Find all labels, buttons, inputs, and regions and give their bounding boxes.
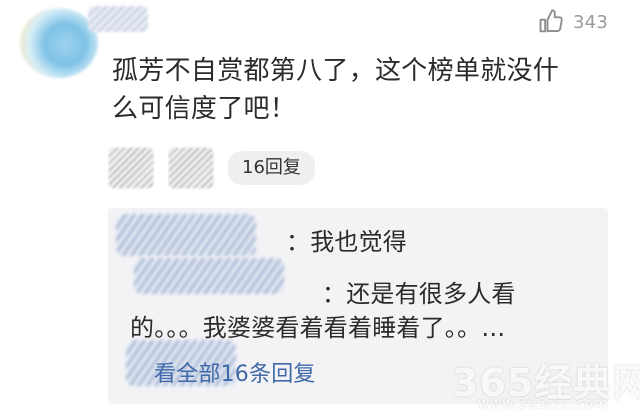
- reply-count-button[interactable]: 16回复: [228, 151, 315, 185]
- reply-line-3: 的。。。我婆婆看着看着睡着了。。…: [130, 308, 590, 343]
- comment-screen: 343 孤芳不自赏都第八了，这个榜单就没什 么可信度了吧！ 16回复 ：我也觉得…: [0, 0, 640, 418]
- reply-text-1: ：我也觉得: [286, 228, 407, 256]
- comment-text: 孤芳不自赏都第八了，这个榜单就没什 么可信度了吧！: [112, 56, 560, 124]
- reply-meta-row: 16回复: [108, 146, 315, 190]
- like-count: 343: [573, 11, 608, 33]
- reply-user-avatar-1[interactable]: [108, 147, 154, 189]
- reply-text-2b: 的。。。我婆婆看着看着睡着了。。…: [130, 314, 506, 342]
- reply-preview-box[interactable]: ：我也觉得 ：还是有很多人看 的。。。我婆婆看着看着睡着了。。… 看全部16条回…: [108, 208, 608, 404]
- reply-text-2a: ：还是有很多人看: [322, 280, 516, 308]
- user-avatar[interactable]: [20, 8, 98, 78]
- reply-user-avatar-2[interactable]: [168, 147, 214, 189]
- like-button[interactable]: 343: [537, 8, 608, 36]
- reply-line-2: ：还是有很多人看: [130, 274, 590, 309]
- view-all-replies-link[interactable]: 看全部16条回复: [154, 356, 316, 388]
- thumbs-up-icon: [537, 8, 565, 36]
- username-obscured: [88, 6, 148, 32]
- reply-line-1: ：我也觉得: [130, 222, 590, 257]
